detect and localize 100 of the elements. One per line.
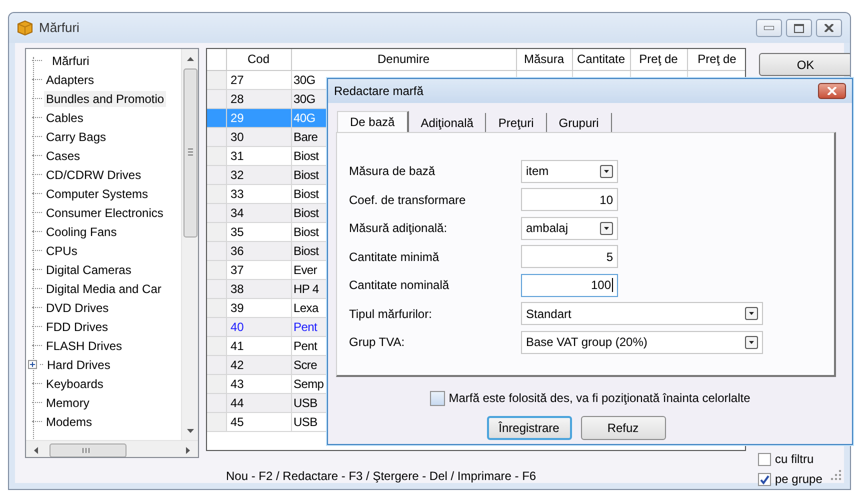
- dropdown[interactable]: Standart: [521, 302, 763, 326]
- table-cell: 32: [230, 168, 244, 182]
- column-header[interactable]: Cod: [226, 49, 291, 70]
- maximize-button[interactable]: [786, 19, 812, 37]
- tree-item[interactable]: CPUs: [44, 242, 80, 258]
- box-icon: [17, 20, 33, 36]
- table-cell: Scre: [294, 358, 317, 372]
- table-cell: 34: [230, 206, 244, 220]
- table-cell: 33: [230, 186, 244, 200]
- table-cell: 38: [230, 282, 244, 296]
- table-cell: Biost: [294, 168, 319, 182]
- field-label: Coef. de transformare: [349, 192, 467, 209]
- window-title: Mărfuri: [39, 19, 80, 38]
- tab[interactable]: De bază: [337, 111, 409, 132]
- tree-item[interactable]: Digital Cameras: [44, 262, 134, 278]
- column-header[interactable]: Cantitate: [572, 49, 630, 70]
- table-cell: 37: [230, 262, 244, 276]
- table-cell: 30G: [294, 92, 316, 106]
- dropdown[interactable]: ambalaj: [521, 216, 618, 240]
- tree-item[interactable]: FDD Drives: [44, 318, 110, 334]
- table-cell: Pent: [294, 320, 317, 334]
- table-cell: 30G: [294, 72, 316, 86]
- tree-item[interactable]: Cables: [44, 110, 86, 126]
- table-cell: 28: [230, 92, 244, 106]
- column-header[interactable]: Denumire: [291, 49, 516, 70]
- dropdown[interactable]: Base VAT group (20%): [521, 330, 763, 354]
- tree-item[interactable]: CD/CDRW Drives: [44, 166, 144, 182]
- dropdown[interactable]: item: [521, 160, 618, 183]
- tree-item[interactable]: Mărfuri: [44, 52, 92, 68]
- minimize-icon: [764, 26, 774, 30]
- table-cell: Semp: [294, 376, 324, 390]
- table-cell: 30: [230, 130, 244, 144]
- table-cell: USB: [294, 414, 318, 428]
- close-button[interactable]: [816, 19, 842, 37]
- tree-item[interactable]: Carry Bags: [44, 128, 108, 144]
- column-header[interactable]: Măsura: [516, 49, 572, 70]
- table-cell: USB: [294, 396, 318, 410]
- table-cell: 45: [230, 414, 244, 428]
- vertical-scrollbar[interactable]: [181, 49, 198, 441]
- column-header[interactable]: Preţ de: [687, 49, 745, 70]
- minimize-button[interactable]: [756, 19, 782, 37]
- tree-item[interactable]: Cooling Fans: [44, 224, 119, 240]
- table-cell: 40G: [294, 110, 316, 124]
- close-icon: [824, 24, 834, 32]
- tree-item[interactable]: Digital Media and Car: [44, 280, 164, 296]
- table-cell: 36: [230, 244, 244, 258]
- table-cell: 29: [230, 110, 244, 124]
- close-button[interactable]: [818, 83, 846, 99]
- tree-item[interactable]: Memory: [44, 394, 92, 410]
- column-header[interactable]: Preţ de: [630, 49, 687, 70]
- checkbox[interactable]: [430, 390, 445, 406]
- table-cell: 42: [230, 358, 244, 372]
- tree-item[interactable]: Keyboards: [44, 376, 106, 392]
- input-field[interactable]: 10: [521, 188, 618, 212]
- input-field[interactable]: 5: [521, 245, 618, 268]
- table-cell: HP 4: [294, 282, 319, 296]
- table-cell: 31: [230, 148, 244, 162]
- input-field[interactable]: 100: [521, 274, 618, 297]
- tree-item[interactable]: Cases: [44, 148, 82, 164]
- tree-item[interactable]: Modems: [44, 414, 94, 430]
- field-label: Măsură adiţională:: [349, 220, 448, 238]
- tree-item[interactable]: Adapters: [44, 72, 96, 88]
- table-cell: Biost: [294, 224, 319, 238]
- tree-item[interactable]: FLASH Drives: [44, 338, 124, 354]
- horizontal-scrollbar[interactable]: [26, 440, 198, 457]
- table-cell: 27: [230, 72, 244, 86]
- resize-grip-icon: [831, 470, 841, 480]
- field-label: Grup TVA:: [349, 334, 406, 352]
- table-cell: Biost: [294, 206, 319, 220]
- table-cell: Biost: [294, 186, 319, 200]
- tree-item[interactable]: Hard Drives: [45, 356, 112, 372]
- tree-item[interactable]: DVD Drives: [44, 300, 111, 316]
- ok-button[interactable]: OK: [759, 53, 850, 76]
- table-cell: 44: [230, 396, 244, 410]
- field-label: Cantitate minimă: [349, 248, 440, 266]
- cancel-button[interactable]: Refuz: [580, 416, 666, 440]
- table-cell: 43: [230, 376, 244, 390]
- field-label: Tipul mărfurilor:: [349, 306, 433, 323]
- table-cell: Ever: [294, 262, 317, 276]
- save-button[interactable]: Înregistrare: [486, 416, 572, 440]
- checkbox-label: pe grupe: [775, 471, 822, 488]
- tree-item[interactable]: Consumer Electronics: [44, 204, 166, 220]
- table-cell: Biost: [294, 148, 319, 162]
- checkbox[interactable]: [758, 452, 771, 466]
- field-label: Măsura de bază: [349, 163, 436, 180]
- tree-item[interactable]: Bundles and Promotio: [44, 90, 166, 106]
- table-cell: 41: [230, 338, 244, 352]
- table-cell: Pent: [294, 338, 317, 352]
- shortcut-hint: Nou - F2 / Redactare - F3 / Ştergere - Del / Imprimare - F6: [226, 468, 536, 485]
- table-cell: 39: [230, 300, 244, 314]
- tree-item[interactable]: Computer Systems: [44, 186, 150, 202]
- close-icon: [827, 87, 837, 95]
- checkbox[interactable]: [758, 472, 771, 486]
- table-cell: 35: [230, 224, 244, 238]
- field-label: Cantitate nominală: [349, 277, 450, 294]
- check-icon: [759, 474, 770, 484]
- expand-icon[interactable]: [29, 361, 36, 368]
- table-cell: Bare: [294, 130, 318, 144]
- maximize-icon: [794, 24, 804, 32]
- table-cell: 40: [230, 320, 244, 334]
